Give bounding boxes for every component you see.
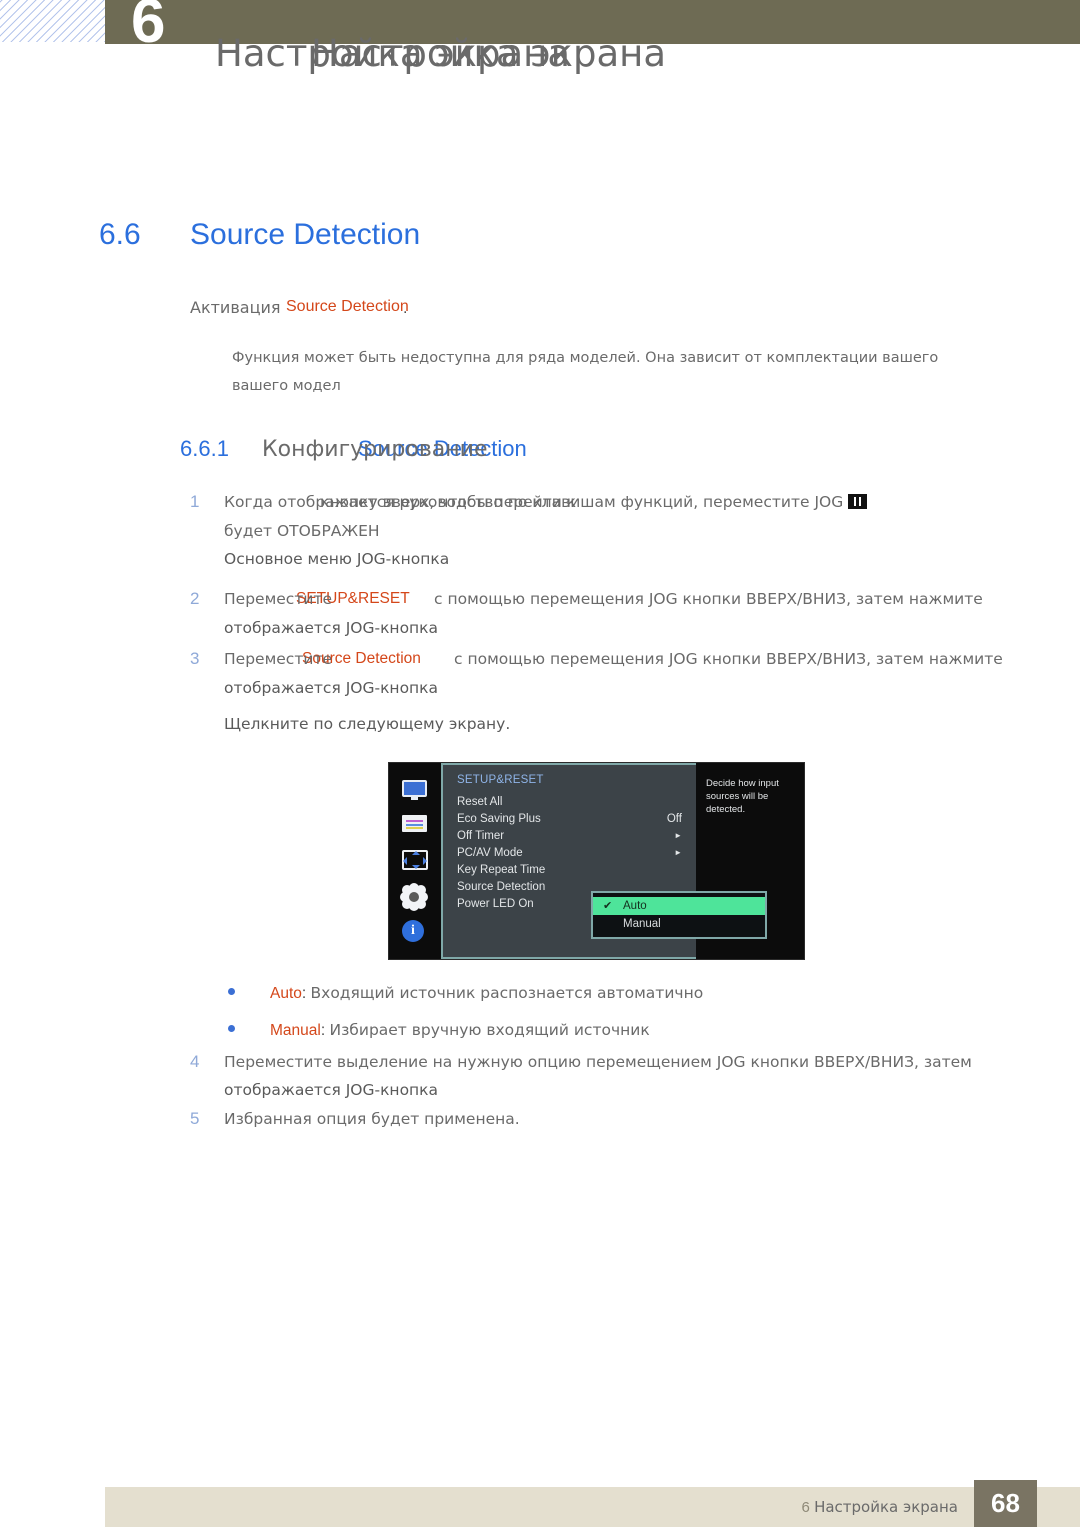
chapter-title-primary: Настройка экрана [215,32,571,75]
list-item: Auto: Входящий источник распознается авт… [228,975,1078,1012]
step-5-number: 5 [190,1109,200,1128]
option-description-manual: Избирает вручную входящий источник [329,1021,650,1039]
step-1: 1 Когда отображается руководство по клав… [190,488,1080,573]
lead-paragraph: Активация Source Detection . [190,298,409,318]
step-3-text-a: Переместите [224,650,332,668]
option-label-manual: Manual [270,1022,321,1039]
note-line-1: Функция может быть недоступна для ряда м… [232,350,939,366]
chevron-right-icon: ► [674,831,682,840]
option-separator: : [320,1022,326,1039]
step-5-text: Избранная опция будет применена. [224,1110,520,1128]
jog-button-icon [847,494,867,509]
osd-row-reset-all[interactable]: Reset All [443,793,696,810]
osd-label: Power LED On [457,897,534,910]
osd-label: Reset All [457,795,503,808]
dropdown-option-manual[interactable]: Manual [593,915,765,933]
step-1-number: 1 [190,492,200,511]
lead-highlight: Source Detection [286,298,409,315]
step-2-text-a: Переместите [224,590,332,608]
step-1-text-a: Когда отображается руководство по клавиш… [224,493,844,511]
subsection-title: Конфигурирование Source Detection [262,436,527,462]
step-3-subline-2: Щелкните по следующему экрану. [224,715,511,733]
note-line-2: вашего модел [232,378,341,394]
chapter-title: Настройка экрана Настройка экрана [215,28,1075,86]
step-2: 2 Переместите SETUP&RESET с помощью пере… [190,585,1080,642]
step-5: 5 Избранная опция будет применена. [190,1105,1080,1133]
step-2-number: 2 [190,589,200,608]
picture-settings-icon[interactable] [402,814,428,837]
source-detection-dropdown[interactable]: ✔ Auto Manual [591,891,767,939]
list-item: Manual: Избирает вручную входящий источн… [228,1012,1078,1049]
corner-hatch-decoration [0,0,105,42]
osd-menu-panel: SETUP&RESET Reset All Eco Saving Plus Of… [441,763,767,959]
osd-row-pc-av-mode[interactable]: PC/AV Mode ► [443,844,696,861]
step-1-line2: будет ОТОБРАЖЕН [224,522,380,540]
position-arrows-icon[interactable] [402,849,428,872]
osd-row-key-repeat-time[interactable]: Key Repeat Time [443,861,696,878]
option-description-auto: Входящий источник распознается автоматич… [310,984,704,1002]
step-2-subline: отображается JOG-кнопка [224,619,439,637]
footer-breadcrumb: 6 Настройка экрана [802,1498,958,1516]
bullet-dot-icon [228,1025,235,1032]
section-number: 6.6 [99,218,141,251]
osd-label: Key Repeat Time [457,863,546,876]
dropdown-option-label: Manual [623,918,661,930]
page-title: Source Detection [190,218,421,251]
osd-label: Eco Saving Plus [457,812,541,825]
dropdown-option-auto[interactable]: ✔ Auto [593,897,765,915]
step-2-text-b: с помощью перемещения JOG кнопки ВВЕРХ/В… [434,590,983,608]
chapter-number: 6 [131,0,166,56]
lead-prefix: Активация [190,298,281,317]
option-list: Auto: Входящий источник распознается авт… [228,975,1078,1049]
step-3-text-b: с помощью перемещения JOG кнопки ВВЕРХ/В… [454,650,1003,668]
osd-menu-screenshot: i SETUP&RESET Reset All Eco Saving Plus … [388,762,805,960]
step-4-subline: отображается JOG-кнопка [224,1081,439,1099]
dropdown-option-label: Auto [623,900,647,912]
step-3-subline: отображается JOG-кнопка [224,679,439,697]
option-label-auto: Auto [270,985,302,1002]
osd-icon-rail: i [389,763,441,959]
bullet-dot-icon [228,988,235,995]
note-block: Функция может быть недоступна для ряда м… [232,344,1072,400]
info-icon[interactable]: i [402,920,428,943]
osd-label: PC/AV Mode [457,846,523,859]
step-3: 3 Переместите Source Detection с помощью… [190,645,1080,738]
subsection-title-cyrillic: Конфигурирование [262,437,488,462]
footer-chapter-title: Настройка экрана [814,1498,958,1516]
step-4: 4 Переместите выделение на нужную опцию … [190,1048,1080,1104]
check-icon: ✔ [603,900,613,912]
osd-value: Off [666,812,682,825]
page-number: 68 [974,1480,1037,1527]
chevron-right-icon: ► [674,848,682,857]
osd-label: Source Detection [457,880,546,893]
step-1-subline: Основное меню JOG-кнопка [224,550,450,568]
osd-menu-heading: SETUP&RESET [457,774,544,786]
monitor-icon[interactable] [402,779,428,802]
step-4-number: 4 [190,1052,200,1071]
osd-row-eco-saving-plus[interactable]: Eco Saving Plus Off [443,810,696,827]
subsection-number: 6.6.1 [180,436,229,461]
step-3-number: 3 [190,649,200,668]
step-4-text: Переместите выделение на нужную опцию пе… [224,1053,972,1071]
footer-chapter-number: 6 [801,1499,810,1516]
osd-label: Off Timer [457,829,505,842]
option-separator: : [301,985,307,1002]
osd-row-off-timer[interactable]: Off Timer ► [443,827,696,844]
gear-icon[interactable] [402,885,428,910]
